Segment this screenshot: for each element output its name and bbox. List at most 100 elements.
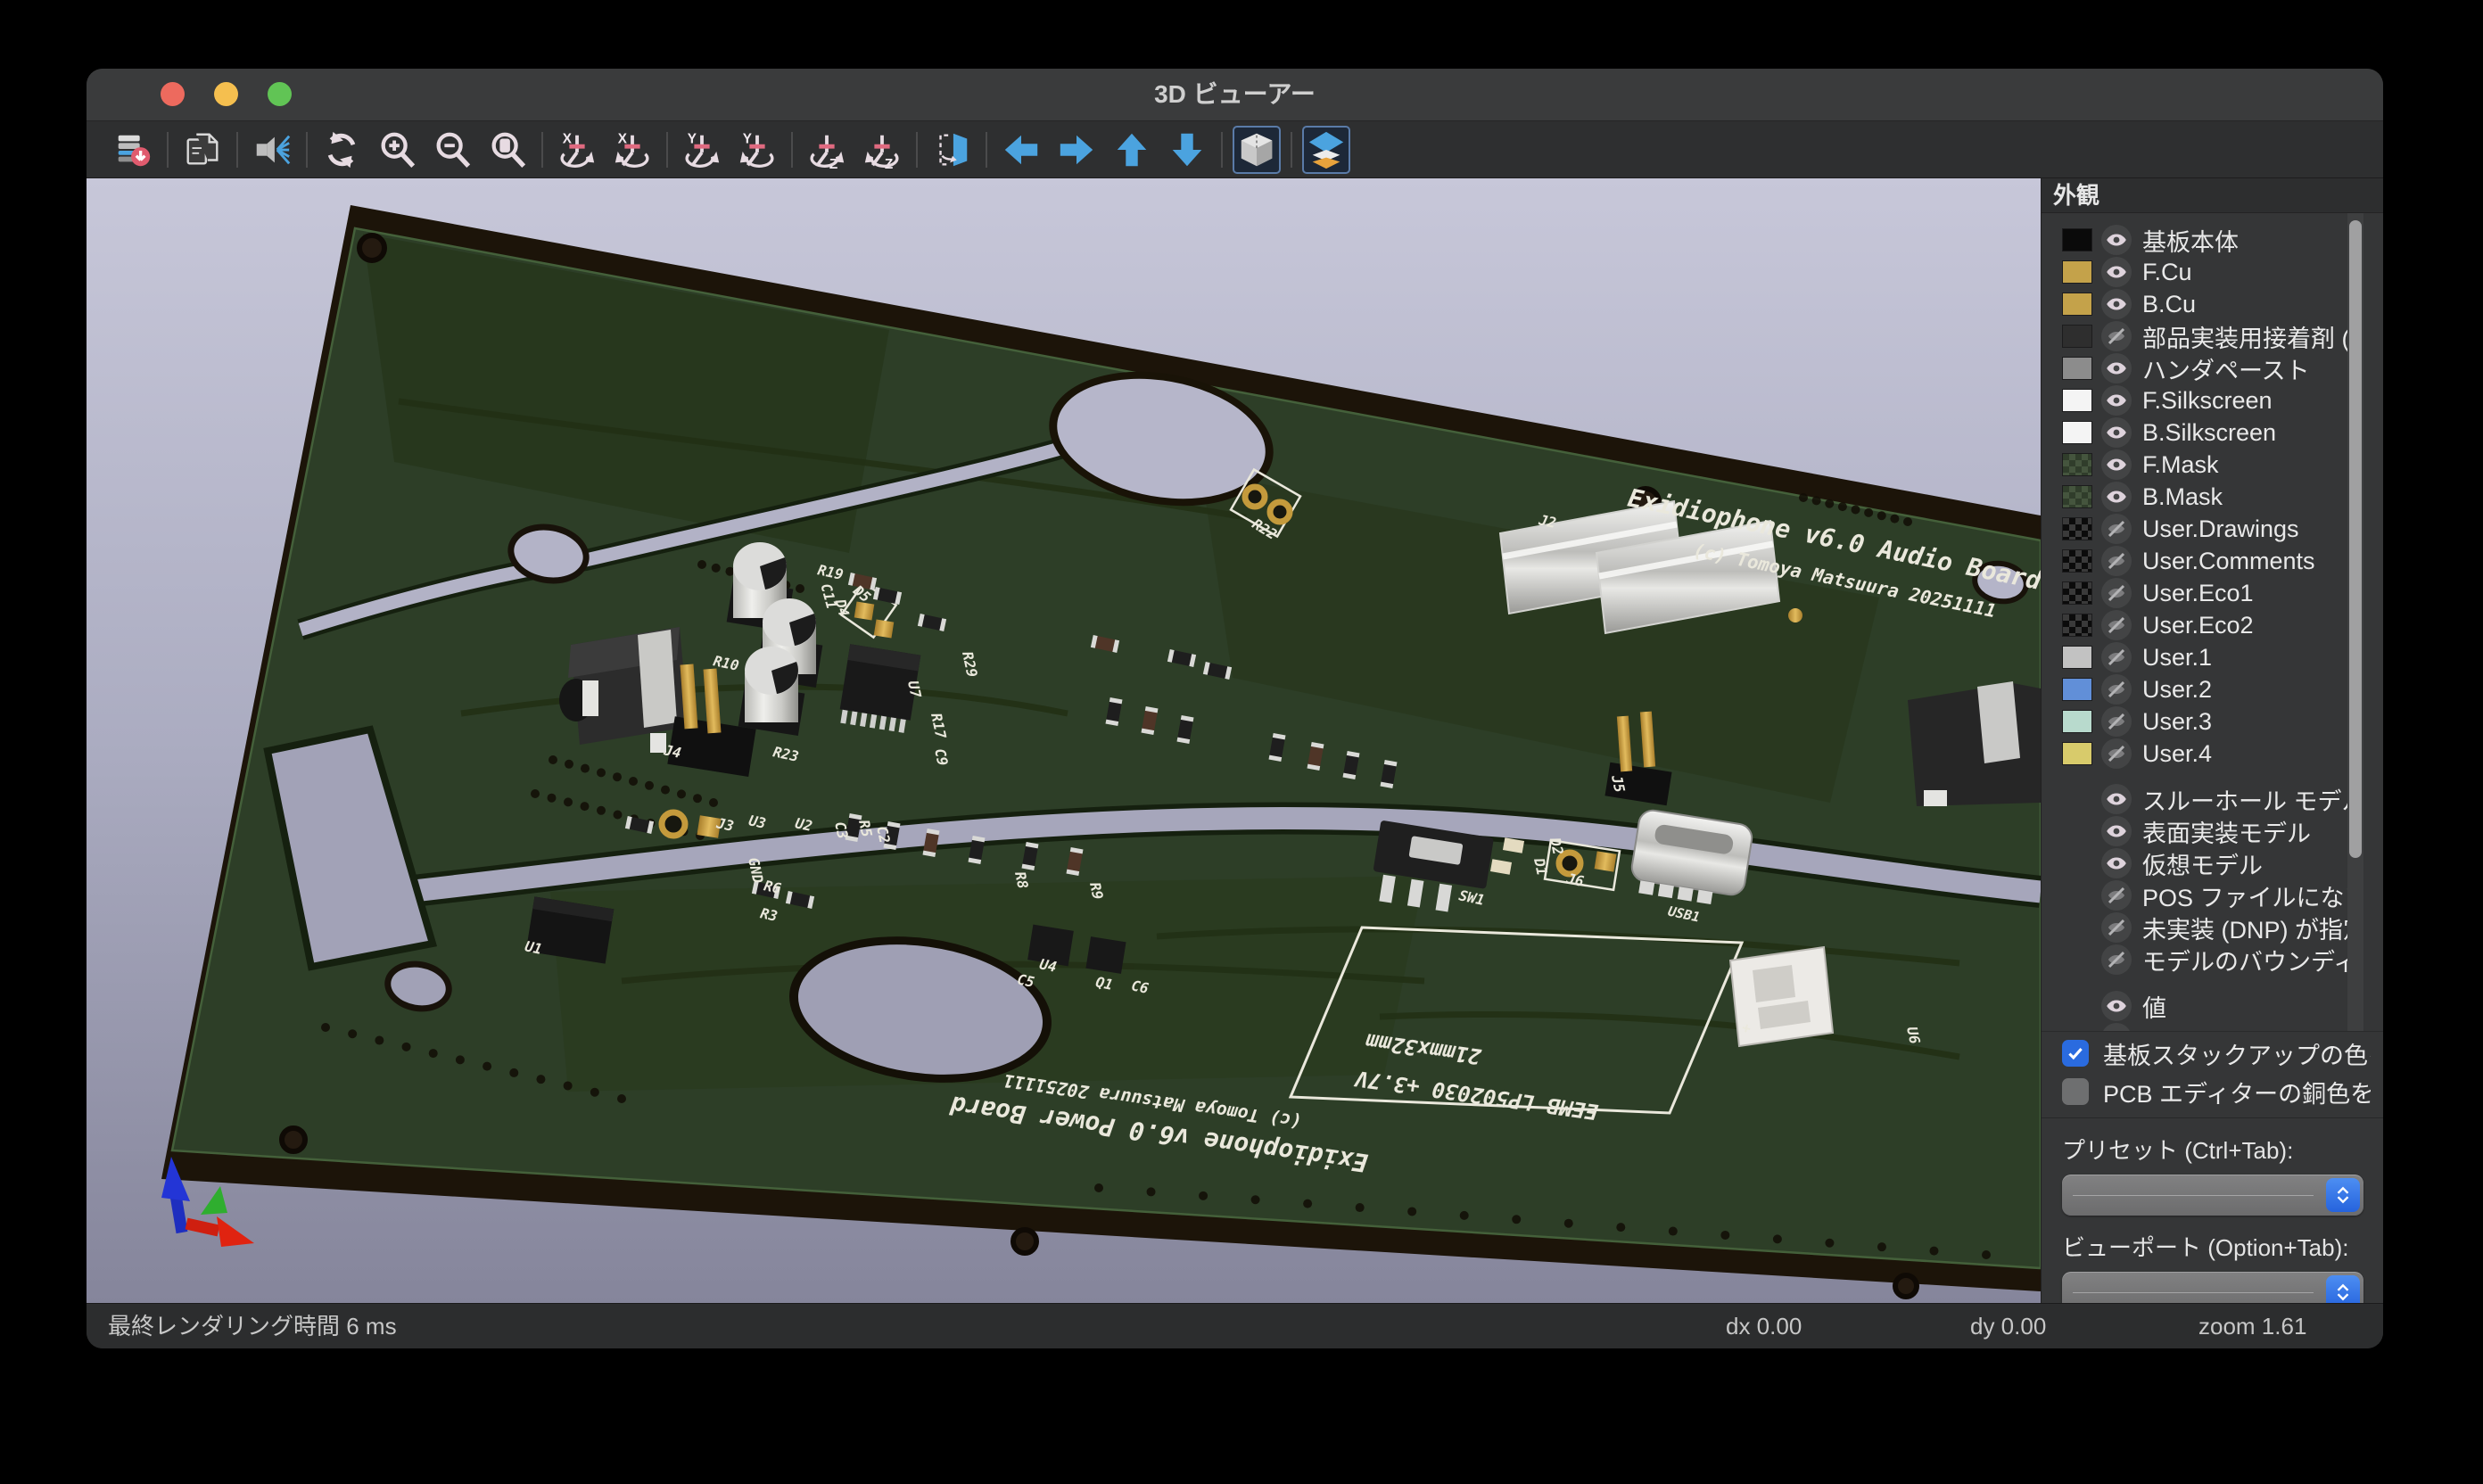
visibility-off-icon[interactable]: [2101, 880, 2132, 911]
visibility-on-icon[interactable]: [2101, 848, 2132, 878]
layer-color-swatch[interactable]: [2062, 581, 2092, 605]
layer-color-swatch[interactable]: [2062, 453, 2092, 476]
visibility-on-icon[interactable]: [2101, 1023, 2132, 1032]
flip-board-button[interactable]: [928, 126, 976, 174]
checkbox-label: PCB エディターの銅色を使用: [2103, 1075, 2371, 1109]
checkbox-checked-icon[interactable]: [2062, 1040, 2089, 1067]
layer-label: User.Eco1: [2142, 580, 2254, 607]
layer-label: B.Silkscreen: [2142, 419, 2276, 447]
scrollbar-thumb[interactable]: [2349, 220, 2362, 858]
visibility-on-icon[interactable]: [2101, 784, 2132, 814]
visibility-on-icon[interactable]: [2101, 417, 2132, 448]
layer-color-swatch[interactable]: [2062, 614, 2092, 637]
reload-board-icon: [112, 129, 153, 170]
visibility-off-icon[interactable]: [2101, 912, 2132, 943]
visibility-on-icon[interactable]: [2101, 816, 2132, 846]
ref-designator: U2: [794, 814, 814, 835]
copy-image-button[interactable]: [178, 126, 227, 174]
layer-row: モデルのバウンディング: [2042, 944, 2383, 976]
layer-label: B.Mask: [2142, 483, 2223, 511]
layer-label: User.Eco2: [2142, 612, 2254, 639]
visibility-on-icon[interactable]: [2101, 449, 2132, 480]
visibility-on-icon[interactable]: [2101, 289, 2132, 319]
layer-color-swatch[interactable]: [2062, 421, 2092, 444]
zoom-out-button[interactable]: [428, 126, 476, 174]
zoom-in-button[interactable]: [373, 126, 421, 174]
rotate-y-ccw-icon: Y: [737, 129, 778, 170]
appearance-toggle[interactable]: [1302, 126, 1350, 174]
ref-designator: C2: [873, 824, 894, 845]
rotate-x-ccw-button[interactable]: X: [608, 126, 656, 174]
layer-row: User.2: [2042, 673, 2383, 705]
layer-row: B.Cu: [2042, 288, 2383, 320]
ref-designator: U4: [1038, 955, 1059, 976]
move-up-button[interactable]: [1108, 126, 1156, 174]
orthographic-toggle[interactable]: [1233, 126, 1281, 174]
audio-jack-right: [1908, 681, 2041, 806]
visibility-on-icon[interactable]: [2101, 353, 2132, 383]
layer-label: F.Cu: [2142, 259, 2192, 286]
checkbox-unchecked-icon[interactable]: [2062, 1078, 2089, 1105]
visibility-off-icon[interactable]: [2101, 706, 2132, 737]
layer-color-swatch[interactable]: [2062, 517, 2092, 540]
layer-color-swatch[interactable]: [2062, 710, 2092, 733]
visibility-on-icon[interactable]: [2101, 482, 2132, 512]
visibility-off-icon[interactable]: [2101, 546, 2132, 576]
content: Exidiophone v6.0 Audio Board (c) Tomoya …: [87, 178, 2383, 1304]
layer-color-swatch[interactable]: [2062, 228, 2092, 251]
reload-board-button[interactable]: [109, 126, 157, 174]
appearance-panel: 外観 基板本体F.CuB.Cu部品実装用接着剤 (AdhハンダペーストF.Sil…: [2041, 178, 2383, 1304]
layer-color-swatch[interactable]: [2062, 389, 2092, 412]
layer-label: User.2: [2142, 676, 2212, 704]
layer-color-swatch[interactable]: [2062, 742, 2092, 765]
preset-area: プリセット (Ctrl+Tab): ビューポート (Option+Tab):: [2042, 1117, 2383, 1304]
viewport-canvas[interactable]: Exidiophone v6.0 Audio Board (c) Tomoya …: [87, 178, 2041, 1304]
layer-color-swatch[interactable]: [2062, 357, 2092, 380]
render-time: 最終レンダリング時間 6 ms: [108, 1304, 397, 1348]
visibility-off-icon[interactable]: [2101, 610, 2132, 640]
preset-dropdown[interactable]: [2062, 1175, 2363, 1216]
layer-color-swatch[interactable]: [2062, 678, 2092, 701]
visibility-off-icon[interactable]: [2101, 514, 2132, 544]
dropdown-stepper-icon[interactable]: [2326, 1178, 2360, 1212]
visibility-off-icon[interactable]: [2101, 321, 2132, 351]
layer-color-swatch[interactable]: [2062, 485, 2092, 508]
rotate-x-ccw-icon: X: [612, 129, 653, 170]
layer-color-swatch[interactable]: [2062, 325, 2092, 348]
layer-label: スルーホール モデル: [2142, 782, 2356, 817]
layer-row: 基板本体: [2042, 224, 2383, 256]
layer-label: User.1: [2142, 644, 2212, 672]
rotate-x-cw-button[interactable]: X: [553, 126, 601, 174]
rotate-z-ccw-button[interactable]: Z: [858, 126, 906, 174]
visibility-on-icon[interactable]: [2101, 991, 2132, 1021]
rotate-y-ccw-button[interactable]: Y: [733, 126, 781, 174]
zoom-fit-button[interactable]: [483, 126, 532, 174]
layer-label: 表面実装モデル: [2142, 814, 2311, 849]
layer-label: 値: [2142, 989, 2166, 1024]
toolbar-separator: [541, 132, 543, 168]
redraw-button[interactable]: [318, 126, 366, 174]
move-left-button[interactable]: [997, 126, 1045, 174]
visibility-off-icon[interactable]: [2101, 738, 2132, 769]
visibility-on-icon[interactable]: [2101, 385, 2132, 416]
move-down-button[interactable]: [1163, 126, 1211, 174]
rotate-z-cw-button[interactable]: Z: [803, 126, 851, 174]
visibility-off-icon[interactable]: [2101, 944, 2132, 975]
layer-row: User.Eco1: [2042, 577, 2383, 609]
visibility-off-icon[interactable]: [2101, 578, 2132, 608]
layer-color-swatch[interactable]: [2062, 293, 2092, 316]
move-right-button[interactable]: [1052, 126, 1101, 174]
visibility-on-icon[interactable]: [2101, 225, 2132, 255]
layer-label: 仮想モデル: [2142, 846, 2263, 881]
layer-color-swatch[interactable]: [2062, 260, 2092, 284]
layer-color-swatch[interactable]: [2062, 646, 2092, 669]
raytracing-button[interactable]: [248, 126, 296, 174]
layer-row: F.Cu: [2042, 256, 2383, 288]
visibility-off-icon[interactable]: [2101, 674, 2132, 705]
rotate-y-cw-button[interactable]: Y: [678, 126, 726, 174]
pcb-3d-render: Exidiophone v6.0 Audio Board (c) Tomoya …: [87, 178, 2041, 1304]
visibility-on-icon[interactable]: [2101, 257, 2132, 287]
ortho-cube-icon: [1236, 129, 1277, 170]
layer-color-swatch[interactable]: [2062, 549, 2092, 573]
visibility-off-icon[interactable]: [2101, 642, 2132, 672]
